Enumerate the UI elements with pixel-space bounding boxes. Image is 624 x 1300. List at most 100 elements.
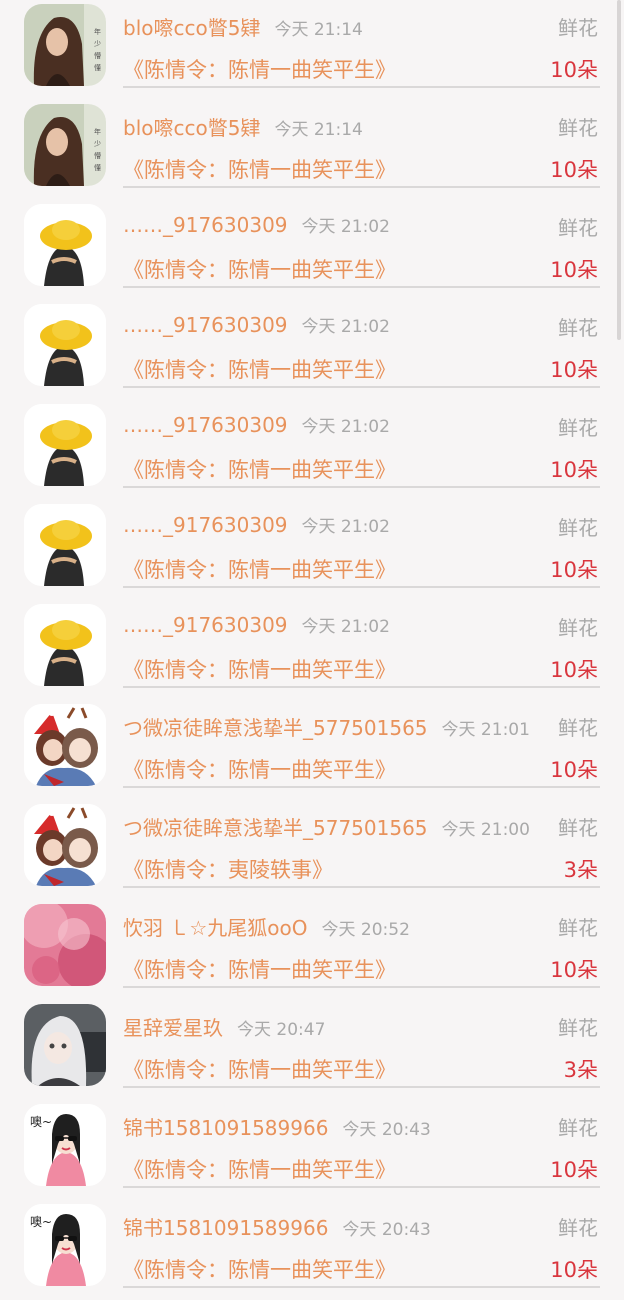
user-name[interactable]: つ微凉徒眸意浅挚半_577501565 (123, 716, 428, 740)
gift-count: 10朵 (550, 758, 598, 782)
work-title[interactable]: 《陈情令：陈情一曲笑平生》 (123, 54, 396, 84)
svg-text:少: 少 (94, 40, 101, 48)
divider (123, 886, 600, 888)
avatar[interactable] (24, 1004, 106, 1086)
list-item[interactable]: 忺羽 ㇄☆九尾狐ooO 今天 20:52 鲜花 《陈情令：陈情一曲笑平生》 10朵 (0, 900, 624, 1000)
list-item[interactable]: ……_917630309 今天 21:02 鲜花 《陈情令：陈情一曲笑平生》 10… (0, 200, 624, 300)
avatar[interactable] (24, 904, 106, 986)
svg-text:懵: 懵 (94, 51, 101, 60)
user-name[interactable]: 忺羽 ㇄☆九尾狐ooO (123, 916, 308, 940)
scrollbar[interactable] (617, 0, 621, 340)
user-name-line: ……_917630309 今天 21:02 (123, 312, 390, 337)
avatar[interactable]: 年少懵懂 (24, 4, 106, 86)
list-item[interactable]: 星辞爱星玖 今天 20:47 鲜花 《陈情令：陈情一曲笑平生》 3朵 (0, 1000, 624, 1100)
work-title[interactable]: 《陈情令：陈情一曲笑平生》 (123, 754, 396, 784)
divider (123, 1286, 600, 1288)
user-name-line: つ微凉徒眸意浅挚半_577501565 今天 21:01 (123, 712, 530, 741)
user-name-line: 星辞爱星玖 今天 20:47 (123, 1012, 325, 1041)
work-title[interactable]: 《陈情令：陈情一曲笑平生》 (123, 454, 396, 484)
gift-type-label: 鲜花 (558, 1016, 598, 1040)
svg-text:懂: 懂 (94, 163, 101, 172)
timestamp: 今天 21:01 (441, 720, 530, 740)
user-name-line: 锦书1581091589966 今天 20:43 (123, 1212, 431, 1241)
gift-type-label: 鲜花 (558, 516, 598, 540)
list-item[interactable]: ……_917630309 今天 21:02 鲜花 《陈情令：陈情一曲笑平生》 10… (0, 300, 624, 400)
gift-type-label: 鲜花 (558, 16, 598, 40)
svg-text:噢~: 噢~ (30, 1115, 52, 1129)
user-name-line: ……_917630309 今天 21:02 (123, 612, 390, 637)
gift-count: 10朵 (550, 958, 598, 982)
svg-text:少: 少 (94, 140, 101, 148)
user-name[interactable]: 星辞爱星玖 (123, 1016, 223, 1040)
gift-type-label: 鲜花 (558, 1216, 598, 1240)
user-name[interactable]: 锦书1581091589966 (123, 1216, 328, 1240)
divider (123, 286, 600, 288)
list-item[interactable]: つ微凉徒眸意浅挚半_577501565 今天 21:01 鲜花 《陈情令：陈情一曲… (0, 700, 624, 800)
gift-type-label: 鲜花 (558, 1116, 598, 1140)
timestamp: 今天 20:47 (237, 1020, 326, 1040)
user-name-line: 锦书1581091589966 今天 20:43 (123, 1112, 431, 1141)
avatar[interactable] (24, 604, 106, 686)
user-name-line: ……_917630309 今天 21:02 (123, 212, 390, 237)
list-item[interactable]: 年少懵懂 blo嚓cco瞥5肄 今天 21:14 鲜花 《陈情令：陈情一曲笑平生》… (0, 100, 624, 200)
list-item[interactable]: ……_917630309 今天 21:02 鲜花 《陈情令：陈情一曲笑平生》 10… (0, 400, 624, 500)
avatar[interactable] (24, 304, 106, 386)
gift-count: 10朵 (550, 458, 598, 482)
avatar[interactable] (24, 404, 106, 486)
list-item[interactable]: 噢~ 锦书1581091589966 今天 20:43 鲜花 《陈情令：陈情一曲笑… (0, 1200, 624, 1300)
gift-type-label: 鲜花 (558, 816, 598, 840)
user-name-line: つ微凉徒眸意浅挚半_577501565 今天 21:00 (123, 812, 530, 841)
divider (123, 786, 600, 788)
user-name[interactable]: ……_917630309 (123, 313, 288, 337)
user-name[interactable]: ……_917630309 (123, 213, 288, 237)
svg-text:年: 年 (94, 127, 101, 136)
user-name[interactable]: ……_917630309 (123, 613, 288, 637)
timestamp: 今天 21:02 (301, 217, 390, 237)
list-item[interactable]: つ微凉徒眸意浅挚半_577501565 今天 21:00 鲜花 《陈情令：夷陵轶事… (0, 800, 624, 900)
work-title[interactable]: 《陈情令：陈情一曲笑平生》 (123, 254, 396, 284)
gift-type-label: 鲜花 (558, 416, 598, 440)
user-name[interactable]: 锦书1581091589966 (123, 1116, 328, 1140)
work-title[interactable]: 《陈情令：陈情一曲笑平生》 (123, 954, 396, 984)
avatar[interactable]: 噢~ (24, 1204, 106, 1286)
avatar[interactable]: 年少懵懂 (24, 104, 106, 186)
svg-text:懵: 懵 (94, 151, 101, 160)
gift-type-label: 鲜花 (558, 616, 598, 640)
user-name[interactable]: ……_917630309 (123, 513, 288, 537)
avatar[interactable]: 噢~ (24, 1104, 106, 1186)
divider (123, 1186, 600, 1188)
svg-text:年: 年 (94, 27, 101, 36)
work-title[interactable]: 《陈情令：陈情一曲笑平生》 (123, 1154, 396, 1184)
list-item[interactable]: 年少懵懂 blo嚓cco瞥5肄 今天 21:14 鲜花 《陈情令：陈情一曲笑平生》… (0, 0, 624, 100)
divider (123, 586, 600, 588)
user-name-line: blo嚓cco瞥5肄 今天 21:14 (123, 112, 363, 141)
gift-count: 10朵 (550, 258, 598, 282)
list-item[interactable]: ……_917630309 今天 21:02 鲜花 《陈情令：陈情一曲笑平生》 10… (0, 500, 624, 600)
divider (123, 686, 600, 688)
avatar[interactable] (24, 204, 106, 286)
divider (123, 86, 600, 88)
gift-type-label: 鲜花 (558, 116, 598, 140)
work-title[interactable]: 《陈情令：陈情一曲笑平生》 (123, 554, 396, 584)
list-item[interactable]: 噢~ 锦书1581091589966 今天 20:43 鲜花 《陈情令：陈情一曲笑… (0, 1100, 624, 1200)
user-name[interactable]: つ微凉徒眸意浅挚半_577501565 (123, 816, 428, 840)
work-title[interactable]: 《陈情令：陈情一曲笑平生》 (123, 354, 396, 384)
avatar[interactable] (24, 704, 106, 786)
avatar[interactable] (24, 804, 106, 886)
user-name[interactable]: ……_917630309 (123, 413, 288, 437)
work-title[interactable]: 《陈情令：夷陵轶事》 (123, 854, 333, 884)
list-item[interactable]: ……_917630309 今天 21:02 鲜花 《陈情令：陈情一曲笑平生》 10… (0, 600, 624, 700)
gift-type-label: 鲜花 (558, 316, 598, 340)
work-title[interactable]: 《陈情令：陈情一曲笑平生》 (123, 654, 396, 684)
svg-text:懂: 懂 (94, 63, 101, 72)
timestamp: 今天 21:02 (301, 517, 390, 537)
user-name[interactable]: blo嚓cco瞥5肄 (123, 116, 260, 140)
timestamp: 今天 20:43 (342, 1220, 431, 1240)
work-title[interactable]: 《陈情令：陈情一曲笑平生》 (123, 154, 396, 184)
user-name-line: ……_917630309 今天 21:02 (123, 512, 390, 537)
work-title[interactable]: 《陈情令：陈情一曲笑平生》 (123, 1054, 396, 1084)
avatar[interactable] (24, 504, 106, 586)
timestamp: 今天 21:00 (441, 820, 530, 840)
divider (123, 186, 600, 188)
user-name[interactable]: blo嚓cco瞥5肄 (123, 16, 260, 40)
